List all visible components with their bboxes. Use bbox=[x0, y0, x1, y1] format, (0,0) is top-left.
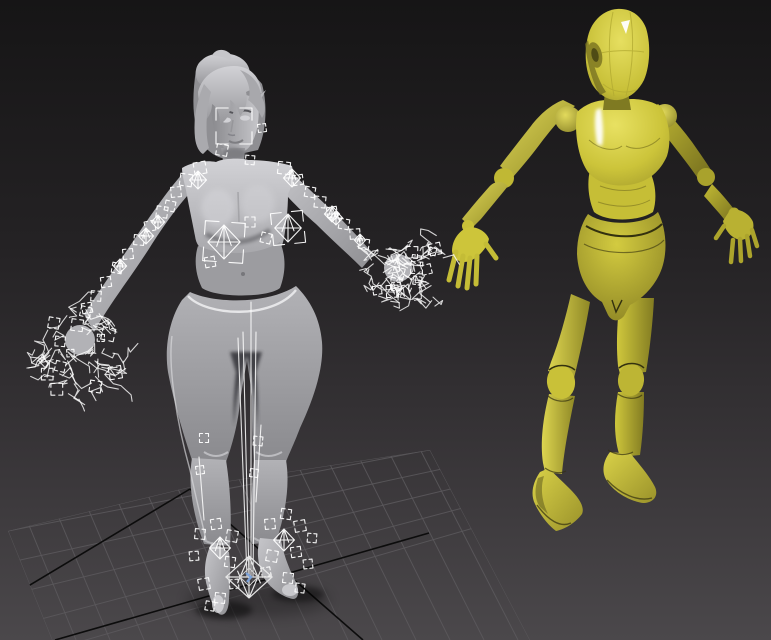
biped-mannequin-model[interactable] bbox=[446, 8, 760, 531]
scene-svg bbox=[8, 8, 760, 640]
viewport-3d[interactable] bbox=[0, 0, 771, 640]
